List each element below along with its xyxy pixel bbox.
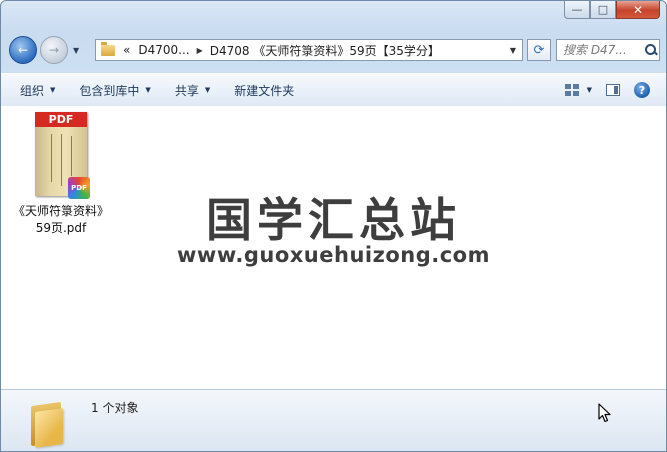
back-button[interactable]: ← — [9, 36, 37, 64]
maximize-button[interactable]: □ — [590, 1, 616, 19]
item-count: 1 个对象 — [91, 401, 139, 415]
breadcrumb-item-current[interactable]: D4708 《天师符箓资料》59页【35学分】 — [210, 42, 440, 59]
pdf-banner: PDF — [35, 112, 87, 127]
include-in-library-menu[interactable]: 包含到库中 ▼ — [67, 74, 162, 106]
folder-icon — [27, 400, 67, 448]
new-folder-label: 新建文件夹 — [234, 83, 295, 98]
share-menu[interactable]: 共享 ▼ — [163, 74, 222, 106]
watermark-url: www.guoxuehuizong.com — [177, 243, 490, 267]
details-pane: 1 个对象 — [1, 389, 666, 451]
caption-buttons: — □ ✕ — [564, 1, 660, 19]
search-icon[interactable] — [645, 44, 657, 56]
breadcrumb-overflow[interactable]: « — [123, 43, 130, 57]
document-line — [61, 134, 62, 186]
arrow-right-icon: → — [48, 43, 60, 57]
change-view-icon[interactable] — [564, 84, 579, 96]
breadcrumb-separator-icon[interactable]: ▶ — [197, 46, 203, 55]
file-list-area[interactable]: PDF PDF 《天师符箓资料》59页.pdf 国学汇总站 www.guoxue… — [1, 106, 666, 389]
address-bar[interactable]: « D4700... ▶ D4708 《天师符箓资料》59页【35学分】 ▼ — [95, 39, 523, 61]
document-line — [71, 136, 72, 176]
chevron-down-icon: ▼ — [204, 86, 211, 94]
watermark-title: 国学汇总站 — [206, 193, 461, 247]
search-box — [556, 39, 660, 61]
minimize-button[interactable]: — — [564, 1, 590, 19]
navigation-bar: ← → ▼ « D4700... ▶ D4708 《天师符箓资料》59页【35学… — [7, 35, 660, 67]
organize-label: 组织 — [20, 83, 45, 98]
document-line — [51, 134, 52, 182]
breadcrumb-item[interactable]: D4700... — [138, 43, 189, 57]
recent-pages-chevron-icon[interactable]: ▼ — [73, 46, 79, 55]
new-folder-button[interactable]: 新建文件夹 — [222, 74, 306, 106]
address-dropdown-icon[interactable]: ▼ — [510, 46, 516, 55]
chevron-down-icon: ▼ — [145, 86, 151, 94]
explorer-window: — □ ✕ ← → ▼ « D4700... ▶ D4708 《天师符箓资料》5… — [0, 0, 667, 452]
command-bar: 组织 ▼ 包含到库中 ▼ 共享 ▼ 新建文件夹 ▼ ? — [1, 73, 666, 107]
organize-menu[interactable]: 组织 ▼ — [1, 74, 67, 106]
refresh-button[interactable]: ⟳ — [527, 39, 551, 61]
include-in-library-label: 包含到库中 — [79, 83, 140, 98]
search-input[interactable] — [557, 42, 643, 58]
preview-pane-icon[interactable] — [606, 84, 620, 96]
share-label: 共享 — [174, 83, 199, 98]
help-icon[interactable]: ? — [634, 82, 650, 98]
mouse-cursor-icon — [598, 403, 611, 423]
view-options-chevron-icon[interactable]: ▼ — [587, 86, 592, 94]
folder-icon — [101, 41, 115, 56]
close-button[interactable]: ✕ — [616, 1, 660, 19]
arrow-left-icon: ← — [17, 43, 29, 57]
forward-button[interactable]: → — [40, 36, 68, 64]
view-controls: ▼ ? — [564, 82, 666, 98]
refresh-icon: ⟳ — [533, 42, 545, 58]
chevron-down-icon: ▼ — [50, 86, 56, 94]
